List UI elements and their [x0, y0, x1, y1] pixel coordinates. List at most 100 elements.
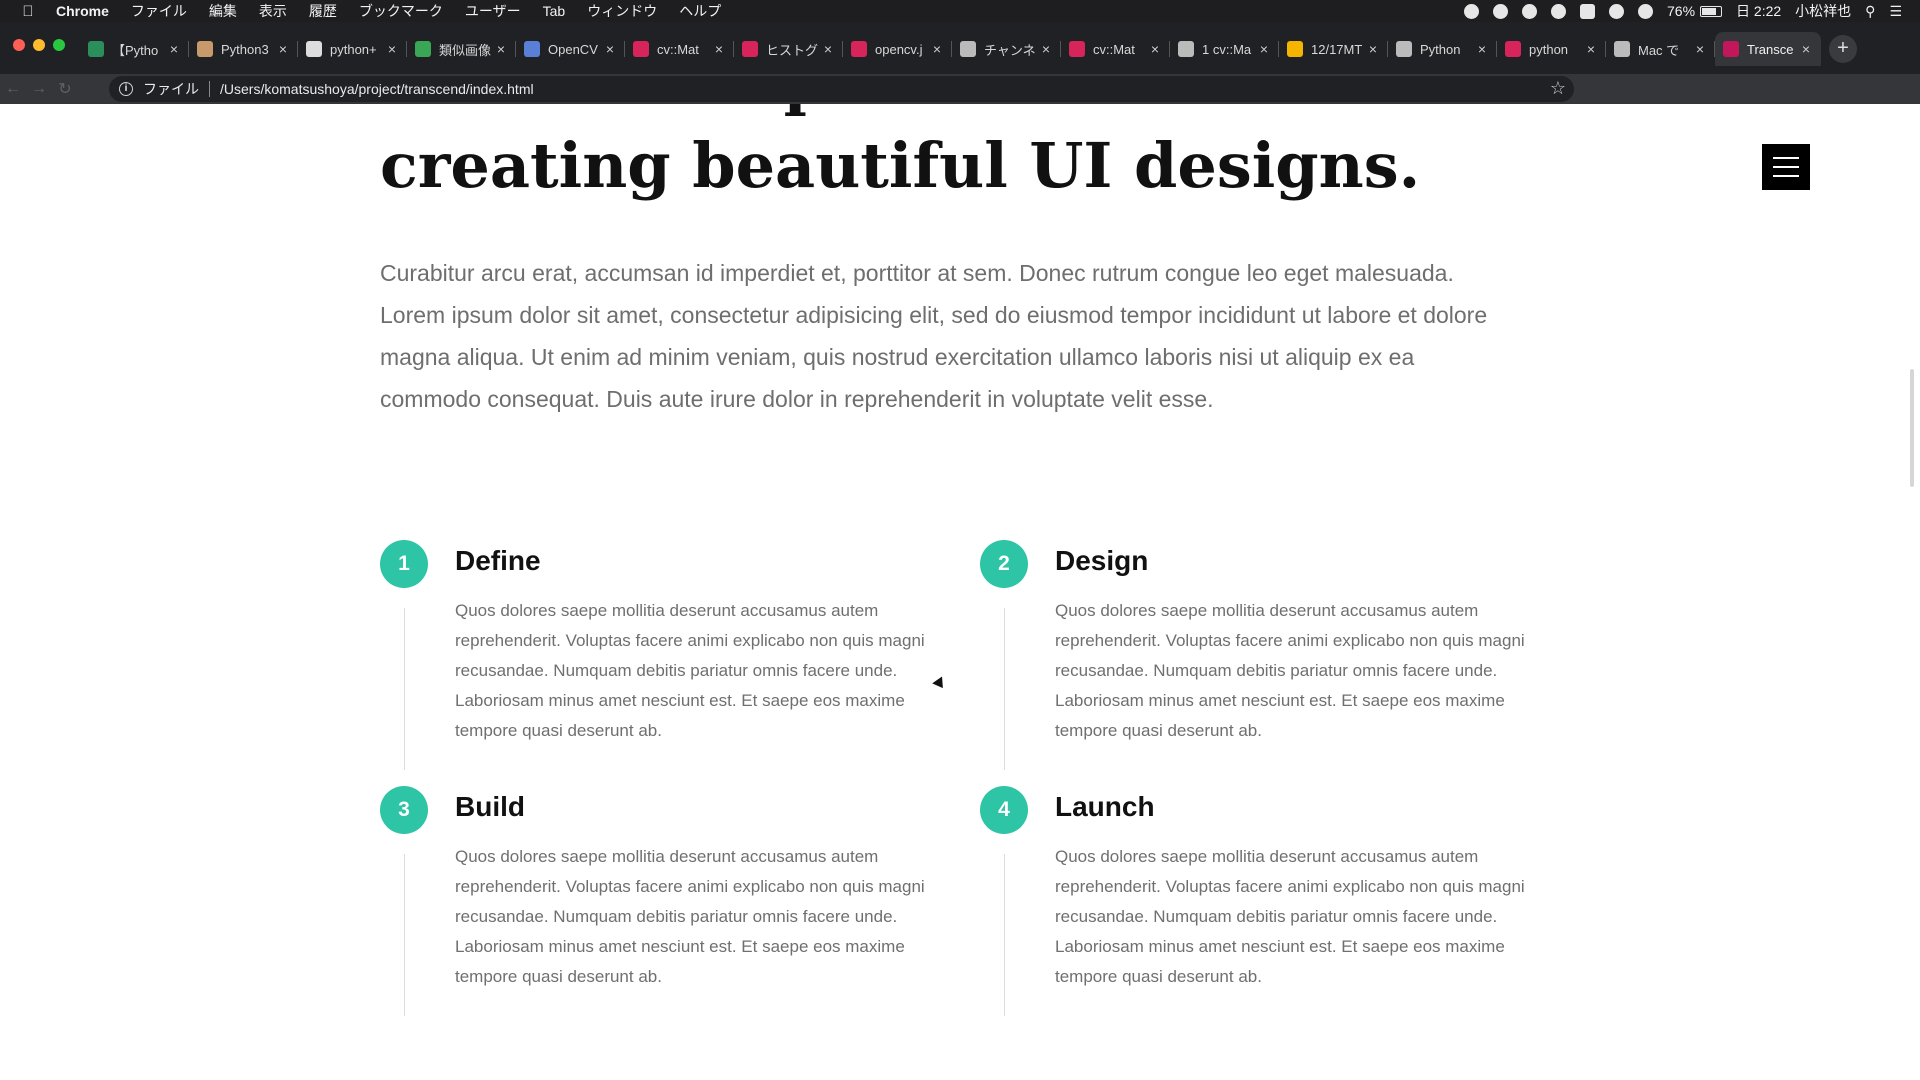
browser-tab[interactable]: 【Pytho ×: [80, 32, 189, 66]
menu-window[interactable]: ウィンドウ: [587, 1, 657, 21]
step-number-badge: 4: [980, 786, 1028, 834]
close-tab-icon[interactable]: ×: [930, 41, 944, 57]
back-arrow-icon[interactable]: ←: [0, 80, 26, 98]
clock[interactable]: 日 2:22: [1736, 1, 1781, 21]
browser-tab[interactable]: チャンネ ×: [952, 32, 1061, 66]
notification-center-icon[interactable]: ☰: [1889, 3, 1902, 20]
tab-strip: 【Pytho × Python3 × python+ × 類似画像 × OpenCV × cv::M…: [0, 22, 1920, 74]
close-tab-icon[interactable]: ×: [385, 41, 399, 57]
hero-lead-paragraph: Curabitur arcu erat, accumsan id imperdi…: [380, 260, 1488, 412]
user-name[interactable]: 小松祥也: [1795, 1, 1851, 21]
menu-help[interactable]: ヘルプ: [679, 1, 721, 21]
address-scheme-label: ファイル: [143, 81, 199, 97]
tab-favicon-icon: [1069, 41, 1085, 57]
menu-tab[interactable]: Tab: [543, 3, 566, 19]
tab-favicon-icon: [1178, 41, 1194, 57]
browser-tab[interactable]: opencv.j ×: [843, 32, 952, 66]
close-window-button[interactable]: [13, 39, 25, 51]
forward-arrow-icon[interactable]: →: [26, 80, 52, 98]
close-tab-icon[interactable]: ×: [1475, 41, 1489, 57]
close-tab-icon[interactable]: ×: [167, 41, 181, 57]
bookmark-star-icon[interactable]: ☆: [1550, 78, 1566, 99]
step-connector-line: [404, 854, 405, 1016]
tab-favicon-icon: [1396, 41, 1412, 57]
close-tab-icon[interactable]: ×: [821, 41, 835, 57]
address-url[interactable]: /Users/komatsushoya/project/transcend/in…: [220, 81, 534, 97]
hamburger-bar: [1773, 166, 1799, 168]
menu-history[interactable]: 履歴: [309, 1, 337, 21]
browser-tab[interactable]: cv::Mat ×: [625, 32, 734, 66]
browser-tab[interactable]: python ×: [1497, 32, 1606, 66]
browser-tab[interactable]: 12/17MT ×: [1279, 32, 1388, 66]
browser-tab[interactable]: 類似画像 ×: [407, 32, 516, 66]
close-tab-icon[interactable]: ×: [1799, 41, 1813, 57]
close-tab-icon[interactable]: ×: [1039, 41, 1053, 57]
new-tab-button[interactable]: +: [1829, 35, 1857, 63]
close-tab-icon[interactable]: ×: [712, 41, 726, 57]
browser-tab[interactable]: ヒストグ ×: [734, 32, 843, 66]
tab-favicon-icon: [1614, 41, 1630, 57]
close-tab-icon[interactable]: ×: [1693, 41, 1707, 57]
tab-title: python: [1529, 41, 1569, 57]
tab-title: チャンネ: [984, 42, 1036, 58]
app-menu-chrome[interactable]: Chrome: [56, 3, 109, 19]
browser-tab[interactable]: Python3 ×: [189, 32, 298, 66]
minimize-window-button[interactable]: [33, 39, 45, 51]
step-description: Quos dolores saepe mollitia deserunt acc…: [455, 601, 925, 740]
site-info-icon[interactable]: i: [119, 82, 133, 96]
hamburger-menu-button[interactable]: [1762, 144, 1810, 190]
tab-favicon-icon: [524, 41, 540, 57]
close-tab-icon[interactable]: ×: [603, 41, 617, 57]
input-method-icon[interactable]: [1580, 3, 1595, 19]
tab-title: 類似画像: [439, 42, 492, 58]
menu-edit[interactable]: 編集: [209, 1, 237, 21]
spotlight-search-icon[interactable]: ⚲: [1865, 3, 1875, 20]
browser-tab[interactable]: cv::Mat ×: [1061, 32, 1170, 66]
macos-menu-bar:  Chrome ファイル 編集 表示 履歴 ブックマーク ユーザー Tab ウ…: [0, 0, 1920, 22]
tab-favicon-icon: [1723, 41, 1739, 57]
zoom-window-button[interactable]: [53, 39, 65, 51]
menu-file[interactable]: ファイル: [131, 1, 187, 21]
tab-favicon-icon: [306, 41, 322, 57]
close-tab-icon[interactable]: ×: [1366, 41, 1380, 57]
close-tab-icon[interactable]: ×: [1584, 41, 1598, 57]
page-content: individuals passionate about creating be…: [0, 104, 1920, 1080]
wifi-icon[interactable]: [1638, 3, 1653, 19]
browser-tab[interactable]: 1 cv::Ma ×: [1170, 32, 1279, 66]
step-number-badge: 1: [380, 540, 428, 588]
record-status-icon[interactable]: [1464, 3, 1479, 19]
battery-fill: [1702, 7, 1716, 15]
tab-title: 12/17MT: [1311, 41, 1363, 57]
browser-tab-active[interactable]: Transce ×: [1715, 32, 1821, 66]
creative-cloud-status-icon[interactable]: [1551, 3, 1566, 19]
close-tab-icon[interactable]: ×: [1148, 41, 1162, 57]
tab-title: Python3: [221, 41, 269, 57]
close-tab-icon[interactable]: ×: [1257, 41, 1271, 57]
browser-tab[interactable]: OpenCV ×: [516, 32, 625, 66]
hamburger-bar: [1773, 157, 1799, 159]
menu-bookmarks[interactable]: ブックマーク: [359, 1, 443, 21]
step-connector-line: [404, 608, 405, 770]
menu-view[interactable]: 表示: [259, 1, 287, 21]
step-description: Quos dolores saepe mollitia deserunt acc…: [1055, 601, 1525, 740]
tab-title: python+: [330, 41, 377, 57]
apple-menu-icon[interactable]: : [0, 3, 56, 20]
close-tab-icon[interactable]: ×: [494, 41, 508, 57]
page-scrollbar[interactable]: [1910, 369, 1914, 487]
bluetooth-icon[interactable]: [1609, 3, 1624, 19]
reload-icon[interactable]: ↻: [52, 79, 78, 99]
grammarly-status-icon[interactable]: [1493, 3, 1508, 19]
tab-favicon-icon: [197, 41, 213, 57]
menu-people[interactable]: ユーザー: [465, 1, 521, 21]
address-bar[interactable]: i ファイル /Users/komatsushoya/project/trans…: [109, 76, 1574, 102]
close-tab-icon[interactable]: ×: [276, 41, 290, 57]
step-title: Build: [455, 791, 525, 822]
tab-title: 【Pytho: [112, 42, 159, 58]
step-number-badge: 2: [980, 540, 1028, 588]
browser-tab[interactable]: python+ ×: [298, 32, 407, 66]
tab-title: OpenCV: [548, 41, 598, 57]
browser-tab[interactable]: Python ×: [1388, 32, 1497, 66]
evernote-status-icon[interactable]: [1522, 3, 1537, 19]
battery-indicator[interactable]: 76%: [1667, 3, 1723, 19]
browser-tab[interactable]: Mac で ×: [1606, 32, 1715, 66]
